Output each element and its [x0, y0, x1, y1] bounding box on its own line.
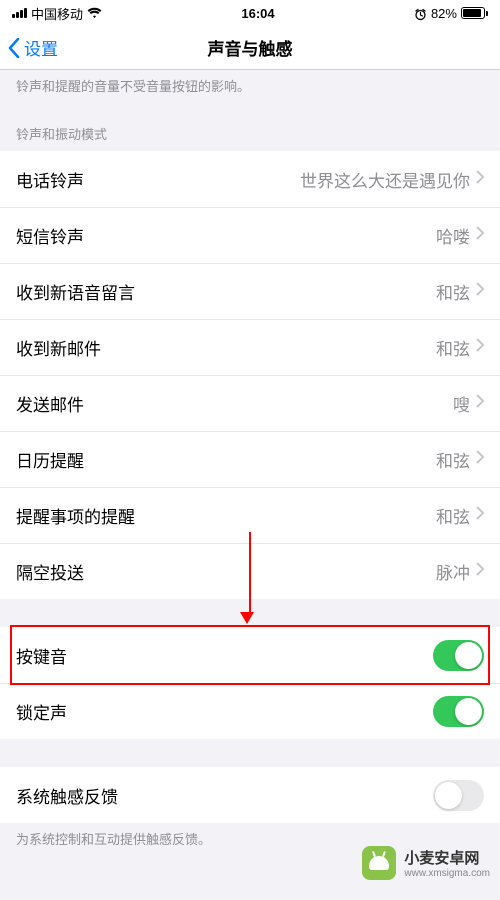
watermark: 小麦安卓网 www.xmsigma.com: [362, 846, 490, 880]
row-calendar[interactable]: 日历提醒 和弦: [0, 431, 500, 487]
watermark-text: 小麦安卓网 www.xmsigma.com: [404, 847, 490, 879]
row-label: 按键音: [16, 643, 67, 668]
back-label: 设置: [24, 35, 58, 60]
volume-note: 铃声和提醒的音量不受音量按钮的影响。: [0, 70, 500, 108]
status-left: 中国移动: [12, 4, 102, 23]
keyboard-sounds-list: 按键音 锁定声: [0, 627, 500, 739]
chevron-left-icon: [8, 38, 20, 58]
row-label: 电话铃声: [16, 167, 84, 192]
chevron-right-icon: [476, 282, 484, 301]
row-reminders[interactable]: 提醒事项的提醒 和弦: [0, 487, 500, 543]
chevron-right-icon: [476, 506, 484, 525]
haptics-list: 系统触感反馈: [0, 767, 500, 823]
row-label: 收到新语音留言: [16, 279, 135, 304]
row-airdrop[interactable]: 隔空投送 脉冲: [0, 543, 500, 599]
row-voicemail[interactable]: 收到新语音留言 和弦: [0, 263, 500, 319]
status-time: 16:04: [241, 6, 274, 21]
chevron-right-icon: [476, 338, 484, 357]
row-value: 和弦: [135, 503, 470, 528]
row-label: 收到新邮件: [16, 335, 101, 360]
page-title: 声音与触感: [208, 35, 293, 60]
row-value: 哈喽: [84, 223, 470, 248]
row-new-mail[interactable]: 收到新邮件 和弦: [0, 319, 500, 375]
scroll-area[interactable]: 铃声和提醒的音量不受音量按钮的影响。 铃声和振动模式 电话铃声 世界这么大还是遇…: [0, 70, 500, 900]
row-text-tone[interactable]: 短信铃声 哈喽: [0, 207, 500, 263]
watermark-title: 小麦安卓网: [404, 847, 490, 868]
back-button[interactable]: 设置: [8, 35, 58, 60]
carrier-label: 中国移动: [31, 4, 83, 23]
watermark-logo-icon: [362, 846, 396, 880]
key-clicks-toggle[interactable]: [433, 640, 484, 671]
chevron-right-icon: [476, 394, 484, 413]
watermark-url: www.xmsigma.com: [404, 868, 490, 879]
row-label: 发送邮件: [16, 391, 84, 416]
chevron-right-icon: [476, 450, 484, 469]
status-bar: 中国移动 16:04 82%: [0, 0, 500, 26]
row-label: 日历提醒: [16, 447, 84, 472]
chevron-right-icon: [476, 170, 484, 189]
status-right: 82%: [414, 5, 488, 20]
row-ringtone[interactable]: 电话铃声 世界这么大还是遇见你: [0, 151, 500, 207]
row-label: 短信铃声: [16, 223, 84, 248]
row-label: 系统触感反馈: [16, 783, 118, 808]
section-header-patterns: 铃声和振动模式: [0, 108, 500, 151]
row-value: 脉冲: [84, 559, 470, 584]
row-label: 锁定声: [16, 699, 67, 724]
row-label: 隔空投送: [16, 559, 84, 584]
chevron-right-icon: [476, 562, 484, 581]
sound-patterns-list: 电话铃声 世界这么大还是遇见你 短信铃声 哈喽 收到新语音留言 和弦 收到新邮件…: [0, 151, 500, 599]
alarm-icon: [414, 5, 427, 20]
row-value: 嗖: [84, 391, 470, 416]
row-sent-mail[interactable]: 发送邮件 嗖: [0, 375, 500, 431]
row-key-clicks: 按键音: [0, 627, 500, 683]
battery-icon: [461, 7, 488, 19]
nav-bar: 设置 声音与触感: [0, 26, 500, 70]
row-lock-sound: 锁定声: [0, 683, 500, 739]
row-value: 和弦: [101, 335, 470, 360]
battery-percent: 82%: [431, 6, 457, 21]
row-system-haptics: 系统触感反馈: [0, 767, 500, 823]
row-value: 和弦: [135, 279, 470, 304]
chevron-right-icon: [476, 226, 484, 245]
lock-sound-toggle[interactable]: [433, 696, 484, 727]
row-label: 提醒事项的提醒: [16, 503, 135, 528]
wifi-icon: [87, 7, 102, 19]
cellular-signal-icon: [12, 8, 27, 18]
system-haptics-toggle[interactable]: [433, 780, 484, 811]
row-value: 和弦: [84, 447, 470, 472]
row-value: 世界这么大还是遇见你: [84, 167, 470, 192]
